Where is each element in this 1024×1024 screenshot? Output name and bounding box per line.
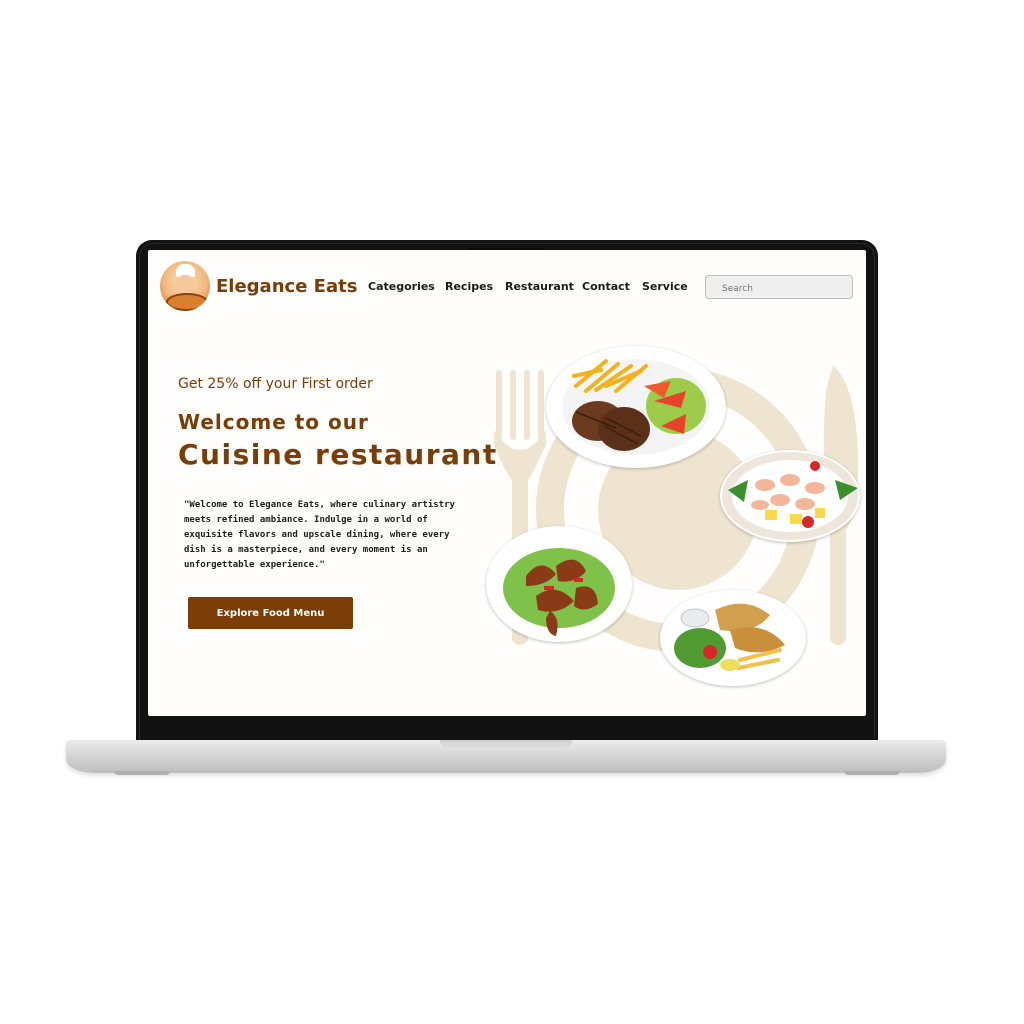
chicken-wings-dish[interactable]	[486, 526, 632, 642]
explore-food-menu-button[interactable]: Explore Food Menu	[188, 597, 353, 629]
description-line: dish is a masterpiece, and every moment …	[184, 545, 428, 555]
description-line: meets refined ambiance. Indulge in a wor…	[184, 515, 428, 525]
laptop-screen: Elegance Eats Categories Recipes Restaur…	[148, 250, 866, 716]
laptop-base	[66, 740, 946, 775]
steak-fries-dish[interactable]	[546, 346, 726, 468]
shrimp-salad-dish[interactable]	[720, 450, 860, 542]
headline-line-1: Welcome to our	[178, 410, 369, 434]
nav-item-restaurant[interactable]: Restaurant	[505, 280, 574, 293]
chef-logo-icon[interactable]	[160, 261, 210, 311]
promo-text: Get 25% off your First order	[178, 376, 373, 392]
base-foot-left	[114, 771, 170, 775]
nav-item-categories[interactable]: Categories	[368, 280, 435, 293]
headline-line-2: Cuisine restaurant	[178, 438, 498, 471]
base-opening-lip	[440, 740, 572, 750]
top-nav: Elegance Eats Categories Recipes Restaur…	[148, 250, 866, 311]
nav-item-service[interactable]: Service	[642, 280, 688, 293]
search-input[interactable]	[705, 275, 853, 299]
description-line: "Welcome to Elegance Eats, where culinar…	[184, 500, 455, 510]
nav-item-recipes[interactable]: Recipes	[445, 280, 493, 293]
base-foot-right	[844, 771, 900, 775]
nav-item-contact[interactable]: Contact	[582, 280, 630, 293]
description-line: exquisite flavors and upscale dining, wh…	[184, 530, 450, 540]
description-line: unforgettable experience."	[184, 560, 325, 570]
laptop-lid: Elegance Eats Categories Recipes Restaur…	[136, 240, 878, 742]
brand-name[interactable]: Elegance Eats	[216, 276, 357, 297]
hero-description: "Welcome to Elegance Eats, where culinar…	[184, 498, 484, 573]
fish-chips-dish[interactable]	[660, 590, 806, 686]
